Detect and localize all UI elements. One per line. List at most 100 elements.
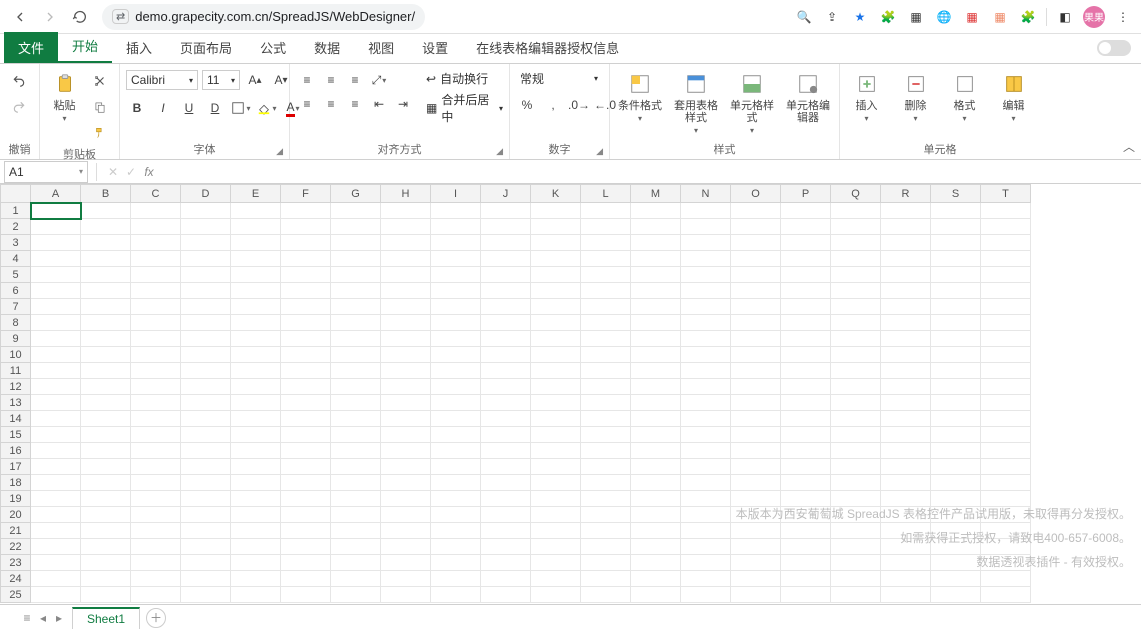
cell[interactable] — [181, 555, 231, 571]
cell[interactable] — [881, 427, 931, 443]
cell[interactable] — [681, 459, 731, 475]
cell[interactable] — [581, 379, 631, 395]
cell[interactable] — [331, 315, 381, 331]
cell[interactable] — [381, 555, 431, 571]
mode-toggle[interactable] — [1097, 40, 1131, 56]
cell[interactable] — [281, 507, 331, 523]
cell[interactable] — [31, 315, 81, 331]
col-header[interactable]: H — [381, 185, 431, 203]
cell[interactable] — [431, 203, 481, 219]
cell[interactable] — [781, 347, 831, 363]
row-header[interactable]: 11 — [1, 363, 31, 379]
reload-button[interactable] — [68, 5, 92, 29]
cell[interactable] — [231, 267, 281, 283]
cell[interactable] — [131, 571, 181, 587]
cell[interactable] — [81, 411, 131, 427]
cell[interactable] — [431, 491, 481, 507]
undo-button[interactable] — [6, 70, 32, 92]
comma-button[interactable]: , — [542, 95, 564, 115]
col-header[interactable]: S — [931, 185, 981, 203]
format-cells-button[interactable]: 格式▾ — [944, 70, 985, 123]
cell[interactable] — [681, 539, 731, 555]
cell[interactable] — [581, 443, 631, 459]
cell[interactable] — [81, 395, 131, 411]
cell[interactable] — [981, 395, 1031, 411]
increase-font-button[interactable]: A▴ — [244, 70, 266, 90]
cell[interactable] — [931, 251, 981, 267]
cell[interactable] — [781, 587, 831, 603]
cell[interactable] — [731, 427, 781, 443]
cell[interactable] — [231, 507, 281, 523]
cell[interactable] — [831, 315, 881, 331]
cell[interactable] — [131, 283, 181, 299]
col-header[interactable]: L — [581, 185, 631, 203]
cell[interactable] — [581, 507, 631, 523]
cell[interactable] — [581, 539, 631, 555]
cell[interactable] — [681, 315, 731, 331]
cell[interactable] — [581, 523, 631, 539]
cell[interactable] — [331, 555, 381, 571]
cell[interactable] — [81, 331, 131, 347]
cell[interactable] — [181, 251, 231, 267]
cell[interactable] — [581, 459, 631, 475]
cell[interactable] — [481, 411, 531, 427]
cell[interactable] — [231, 251, 281, 267]
cell[interactable] — [831, 267, 881, 283]
cell[interactable] — [481, 363, 531, 379]
cell[interactable] — [481, 427, 531, 443]
cell[interactable] — [81, 587, 131, 603]
cell[interactable] — [131, 315, 181, 331]
cell[interactable] — [31, 427, 81, 443]
cell[interactable] — [881, 251, 931, 267]
cell[interactable] — [531, 491, 581, 507]
cell[interactable] — [131, 587, 181, 603]
tab-home[interactable]: 开始 — [58, 30, 112, 63]
cell[interactable] — [281, 379, 331, 395]
col-header[interactable]: F — [281, 185, 331, 203]
cell[interactable] — [931, 347, 981, 363]
cell[interactable] — [881, 475, 931, 491]
cell[interactable] — [781, 299, 831, 315]
cell[interactable] — [931, 427, 981, 443]
cell[interactable] — [781, 235, 831, 251]
cell[interactable] — [231, 395, 281, 411]
extension-icon-3[interactable]: 🌐 — [934, 7, 954, 27]
cell[interactable] — [681, 523, 731, 539]
col-header[interactable]: E — [231, 185, 281, 203]
cell[interactable] — [581, 267, 631, 283]
cell[interactable] — [381, 523, 431, 539]
cell[interactable] — [981, 219, 1031, 235]
cell[interactable] — [131, 443, 181, 459]
cell[interactable] — [481, 443, 531, 459]
border-button[interactable] — [230, 98, 252, 118]
cell[interactable] — [631, 539, 681, 555]
cell[interactable] — [31, 539, 81, 555]
cell[interactable] — [981, 475, 1031, 491]
cell[interactable] — [31, 267, 81, 283]
cell[interactable] — [981, 587, 1031, 603]
cell[interactable] — [781, 395, 831, 411]
cell[interactable] — [81, 235, 131, 251]
cell[interactable] — [381, 395, 431, 411]
cell[interactable] — [131, 523, 181, 539]
cell[interactable] — [881, 235, 931, 251]
cell[interactable] — [381, 475, 431, 491]
cell[interactable] — [531, 219, 581, 235]
cell[interactable] — [231, 347, 281, 363]
cell[interactable] — [31, 491, 81, 507]
cell[interactable] — [431, 363, 481, 379]
cell[interactable] — [731, 299, 781, 315]
cell[interactable] — [81, 523, 131, 539]
cell[interactable] — [281, 443, 331, 459]
cell[interactable] — [631, 267, 681, 283]
cell[interactable] — [981, 443, 1031, 459]
cell[interactable] — [481, 379, 531, 395]
cell[interactable] — [131, 475, 181, 491]
bold-button[interactable]: B — [126, 98, 148, 118]
cell[interactable] — [381, 459, 431, 475]
cell[interactable] — [631, 347, 681, 363]
cell[interactable] — [531, 587, 581, 603]
cell[interactable] — [481, 251, 531, 267]
cell[interactable] — [931, 283, 981, 299]
cell[interactable] — [881, 379, 931, 395]
